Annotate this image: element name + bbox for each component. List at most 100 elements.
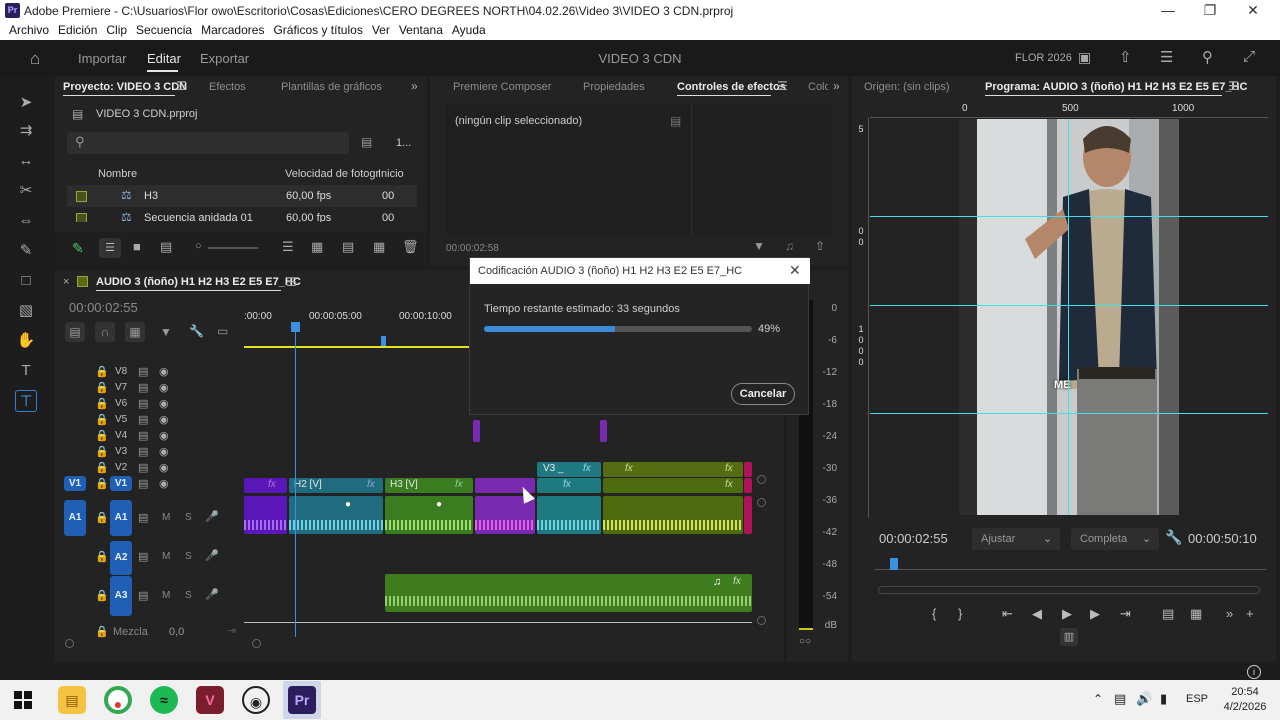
caption-tool-icon[interactable]: ⊤ xyxy=(15,390,37,412)
tab-graphic-templates[interactable]: Plantillas de gráficos xyxy=(281,81,382,93)
table-row[interactable]: ⚖ Secuencia anidada 01 60,00 fps 00 xyxy=(67,209,417,222)
microphone-icon[interactable]: 🎤 xyxy=(205,510,219,523)
freeform-view-icon[interactable]: ▤ xyxy=(160,239,172,255)
snap-icon[interactable]: ∩ xyxy=(95,322,115,342)
volume-icon[interactable]: 🔊 xyxy=(1136,691,1152,707)
pencil-icon[interactable]: ✎ xyxy=(72,240,84,257)
clip-h3[interactable]: H3 [V] fx xyxy=(385,478,473,493)
search-icon[interactable]: ⚲ xyxy=(1202,48,1213,66)
fit-dropdown[interactable]: Ajustar ⌄ xyxy=(972,528,1060,550)
solo-button[interactable]: S xyxy=(185,590,192,601)
timeline-timecode[interactable]: 00:00:02:55 xyxy=(69,300,138,315)
vegas-icon[interactable]: V xyxy=(196,686,224,714)
eye-icon[interactable]: ◉ xyxy=(159,365,169,378)
track-label-v5[interactable]: V5 xyxy=(115,414,127,425)
menu-secuencia[interactable]: Secuencia xyxy=(136,23,192,37)
close-icon[interactable]: ✕ xyxy=(1243,2,1263,19)
zoom-slider[interactable] xyxy=(208,247,258,249)
go-to-end-icon[interactable]: ⇥ xyxy=(227,624,236,637)
playhead-handle[interactable] xyxy=(291,322,300,332)
label-color-swatch[interactable] xyxy=(76,191,87,202)
mute-button[interactable]: M xyxy=(162,590,170,601)
guide-line[interactable] xyxy=(870,305,1268,306)
new-bin-icon[interactable]: ▤ xyxy=(361,135,372,149)
playhead-marker[interactable] xyxy=(890,558,898,570)
mini-timeline[interactable] xyxy=(874,560,1266,570)
sync-icon[interactable]: ▤ xyxy=(138,445,148,458)
guide-line[interactable] xyxy=(870,216,1268,217)
show-hidden-icons[interactable]: ⌃ xyxy=(1093,692,1103,706)
eye-icon[interactable]: ◉ xyxy=(159,445,169,458)
work-area-bar[interactable] xyxy=(244,346,469,348)
scroll-knob[interactable] xyxy=(757,475,766,484)
panel-menu-icon[interactable]: ☰ xyxy=(1228,79,1239,93)
icon-view-icon[interactable]: ■ xyxy=(133,239,141,254)
linked-selection-icon[interactable]: ▦ xyxy=(125,322,145,342)
audio-clip-a1-2[interactable]: ● xyxy=(289,496,383,534)
lock-icon[interactable]: 🔒 xyxy=(95,429,109,442)
mute-button[interactable]: M xyxy=(162,512,170,523)
audio-clip-a3-music[interactable]: ♫ fx xyxy=(385,574,752,612)
go-to-out-icon[interactable]: ⇥ xyxy=(1120,606,1131,622)
audio-clip-a1-7[interactable] xyxy=(744,496,752,534)
audio-clip-a1-6[interactable] xyxy=(603,496,743,534)
premiere-taskbar-button[interactable]: Pr xyxy=(283,681,321,719)
source-patch-v1[interactable]: V1 xyxy=(64,476,86,491)
track-select-tool-icon[interactable]: ⇉ xyxy=(15,120,37,142)
zoom-slider-handle[interactable]: ○ xyxy=(195,240,202,252)
list-view-icon[interactable]: ☰ xyxy=(99,238,121,258)
quality-dropdown[interactable]: Completa ⌄ xyxy=(1071,528,1159,550)
mark-in-icon[interactable]: { xyxy=(932,606,936,621)
windows-start-icon[interactable] xyxy=(14,691,32,709)
playhead-line[interactable] xyxy=(295,322,296,637)
tab-premiere-composer[interactable]: Premiere Composer xyxy=(453,81,551,93)
menu-ver[interactable]: Ver xyxy=(372,23,390,37)
tab-source[interactable]: Origen: (sin clips) xyxy=(864,81,950,93)
microphone-icon[interactable]: 🎤 xyxy=(205,549,219,562)
trash-icon[interactable]: 🗑 xyxy=(402,239,419,255)
scroll-knob[interactable] xyxy=(65,639,74,648)
track-label-v8[interactable]: V8 xyxy=(115,366,127,377)
lock-icon[interactable]: 🔒 xyxy=(95,625,109,638)
menu-edicion[interactable]: Edición xyxy=(58,23,97,37)
clip-v1-olive[interactable]: fx xyxy=(603,478,743,493)
horizontal-scrollbar[interactable] xyxy=(65,638,770,648)
sync-icon[interactable]: ▤ xyxy=(138,589,148,602)
info-icon[interactable]: i xyxy=(1247,665,1261,679)
track-target-a1[interactable]: A1 xyxy=(110,500,132,536)
sort-icon[interactable]: ☰ xyxy=(282,239,294,255)
lock-icon[interactable]: 🔒 xyxy=(95,550,109,563)
add-button-icon[interactable]: + xyxy=(1246,606,1254,621)
tab-program[interactable]: Programa: AUDIO 3 (ñoño) H1 H2 H3 E2 E5 … xyxy=(985,81,1247,93)
pen-tool-icon[interactable]: ✎ xyxy=(15,240,37,262)
lock-icon[interactable]: 🔒 xyxy=(95,397,109,410)
source-patch-a1[interactable]: A1 xyxy=(64,500,86,536)
step-back-icon[interactable]: ◀ xyxy=(1032,606,1042,622)
col-name[interactable]: Nombre xyxy=(98,168,137,180)
play-icon[interactable]: ▶ xyxy=(1062,606,1072,622)
clip-v1-purple[interactable]: fx xyxy=(244,478,287,493)
sync-icon[interactable]: ▤ xyxy=(138,477,148,490)
col-fps[interactable]: Velocidad de fotogr xyxy=(285,168,379,180)
captions-icon[interactable]: ▭ xyxy=(217,324,228,338)
effects-timecode[interactable]: 00:00:02:58 xyxy=(446,243,499,254)
sync-icon[interactable]: ▤ xyxy=(138,381,148,394)
audio-only-icon[interactable]: ♫ xyxy=(785,239,794,253)
workspace-name[interactable]: FLOR 2026 xyxy=(1015,52,1072,64)
filter-icon[interactable]: ▼ xyxy=(753,239,765,253)
label-color-swatch[interactable] xyxy=(76,213,87,222)
go-to-in-icon[interactable]: ⇤ xyxy=(1002,606,1013,622)
more-tabs-icon[interactable]: » xyxy=(411,79,418,93)
sync-icon[interactable]: ▤ xyxy=(138,550,148,563)
menu-graficos[interactable]: Gráficos y títulos xyxy=(273,23,362,37)
workspace-layout-icon[interactable]: ▣ xyxy=(1078,49,1091,66)
mark-out-icon[interactable]: } xyxy=(958,606,962,621)
track-target-v1[interactable]: V1 xyxy=(110,476,132,491)
restore-icon[interactable]: ❐ xyxy=(1200,2,1220,19)
hand-tool-icon[interactable]: ✋ xyxy=(15,330,37,352)
type-on-shape-icon[interactable]: ▧ xyxy=(15,300,37,322)
tab-color[interactable]: Colo xyxy=(808,81,828,93)
lock-icon[interactable]: 🔒 xyxy=(95,477,109,490)
ripple-edit-tool-icon[interactable]: ↔ xyxy=(15,150,37,172)
track-label-v7[interactable]: V7 xyxy=(115,382,127,393)
